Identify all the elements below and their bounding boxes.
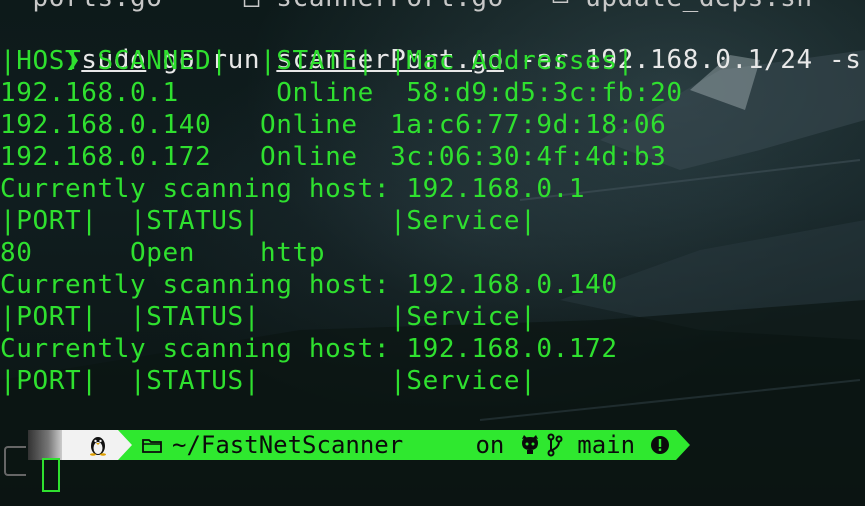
host-row: 192.168.0.1 Online 58:d9:d5:3c:fb:20 [0, 78, 683, 108]
port-row: 80 Open http [0, 238, 326, 268]
git-branch-icon [547, 433, 563, 457]
host-table-header: |HOST SCANNED| |STATE| |Mac Addresses| [0, 46, 634, 76]
powerline-separator [675, 430, 690, 460]
host-row: 192.168.0.172 Online 3c:06:30:4f:4d:b3 [0, 142, 667, 172]
command-line: ❯sudo go run scannerPort.go -ar 192.168.… [0, 12, 861, 75]
port-table-header: |PORT| |STATUS| |Service| [0, 366, 537, 396]
host-row: 192.168.0.140 Online 1a:c6:77:9d:18:06 [0, 110, 667, 140]
git-on-label: on [475, 431, 505, 459]
port-table-header: |PORT| |STATUS| |Service| [0, 206, 537, 236]
port-table-header: |PORT| |STATUS| |Service| [0, 302, 537, 332]
terminal-window[interactable]: ports.go □ scannerPort.go ▭ update_deps.… [0, 0, 865, 506]
powerline-prompt: ~/FastNetScanner on main [28, 430, 690, 460]
scanning-status: Currently scanning host: 192.168.0.172 [0, 334, 618, 364]
tux-icon [88, 434, 108, 456]
terminal-cursor[interactable] [42, 458, 60, 492]
powerline-os-segment [62, 430, 118, 460]
prompt-bracket [4, 446, 26, 476]
scanning-status: Currently scanning host: 192.168.0.1 [0, 174, 586, 204]
github-icon [519, 435, 541, 455]
git-branch-name: main [577, 431, 636, 459]
alert-circle-icon [650, 435, 670, 455]
folder-icon [142, 437, 162, 453]
powerline-dir-segment: ~/FastNetScanner on main [132, 430, 676, 460]
powerline-gradient-segment [28, 430, 62, 460]
current-directory: ~/FastNetScanner [172, 431, 404, 459]
powerline-separator [118, 430, 132, 460]
scanning-status: Currently scanning host: 192.168.0.140 [0, 270, 618, 300]
